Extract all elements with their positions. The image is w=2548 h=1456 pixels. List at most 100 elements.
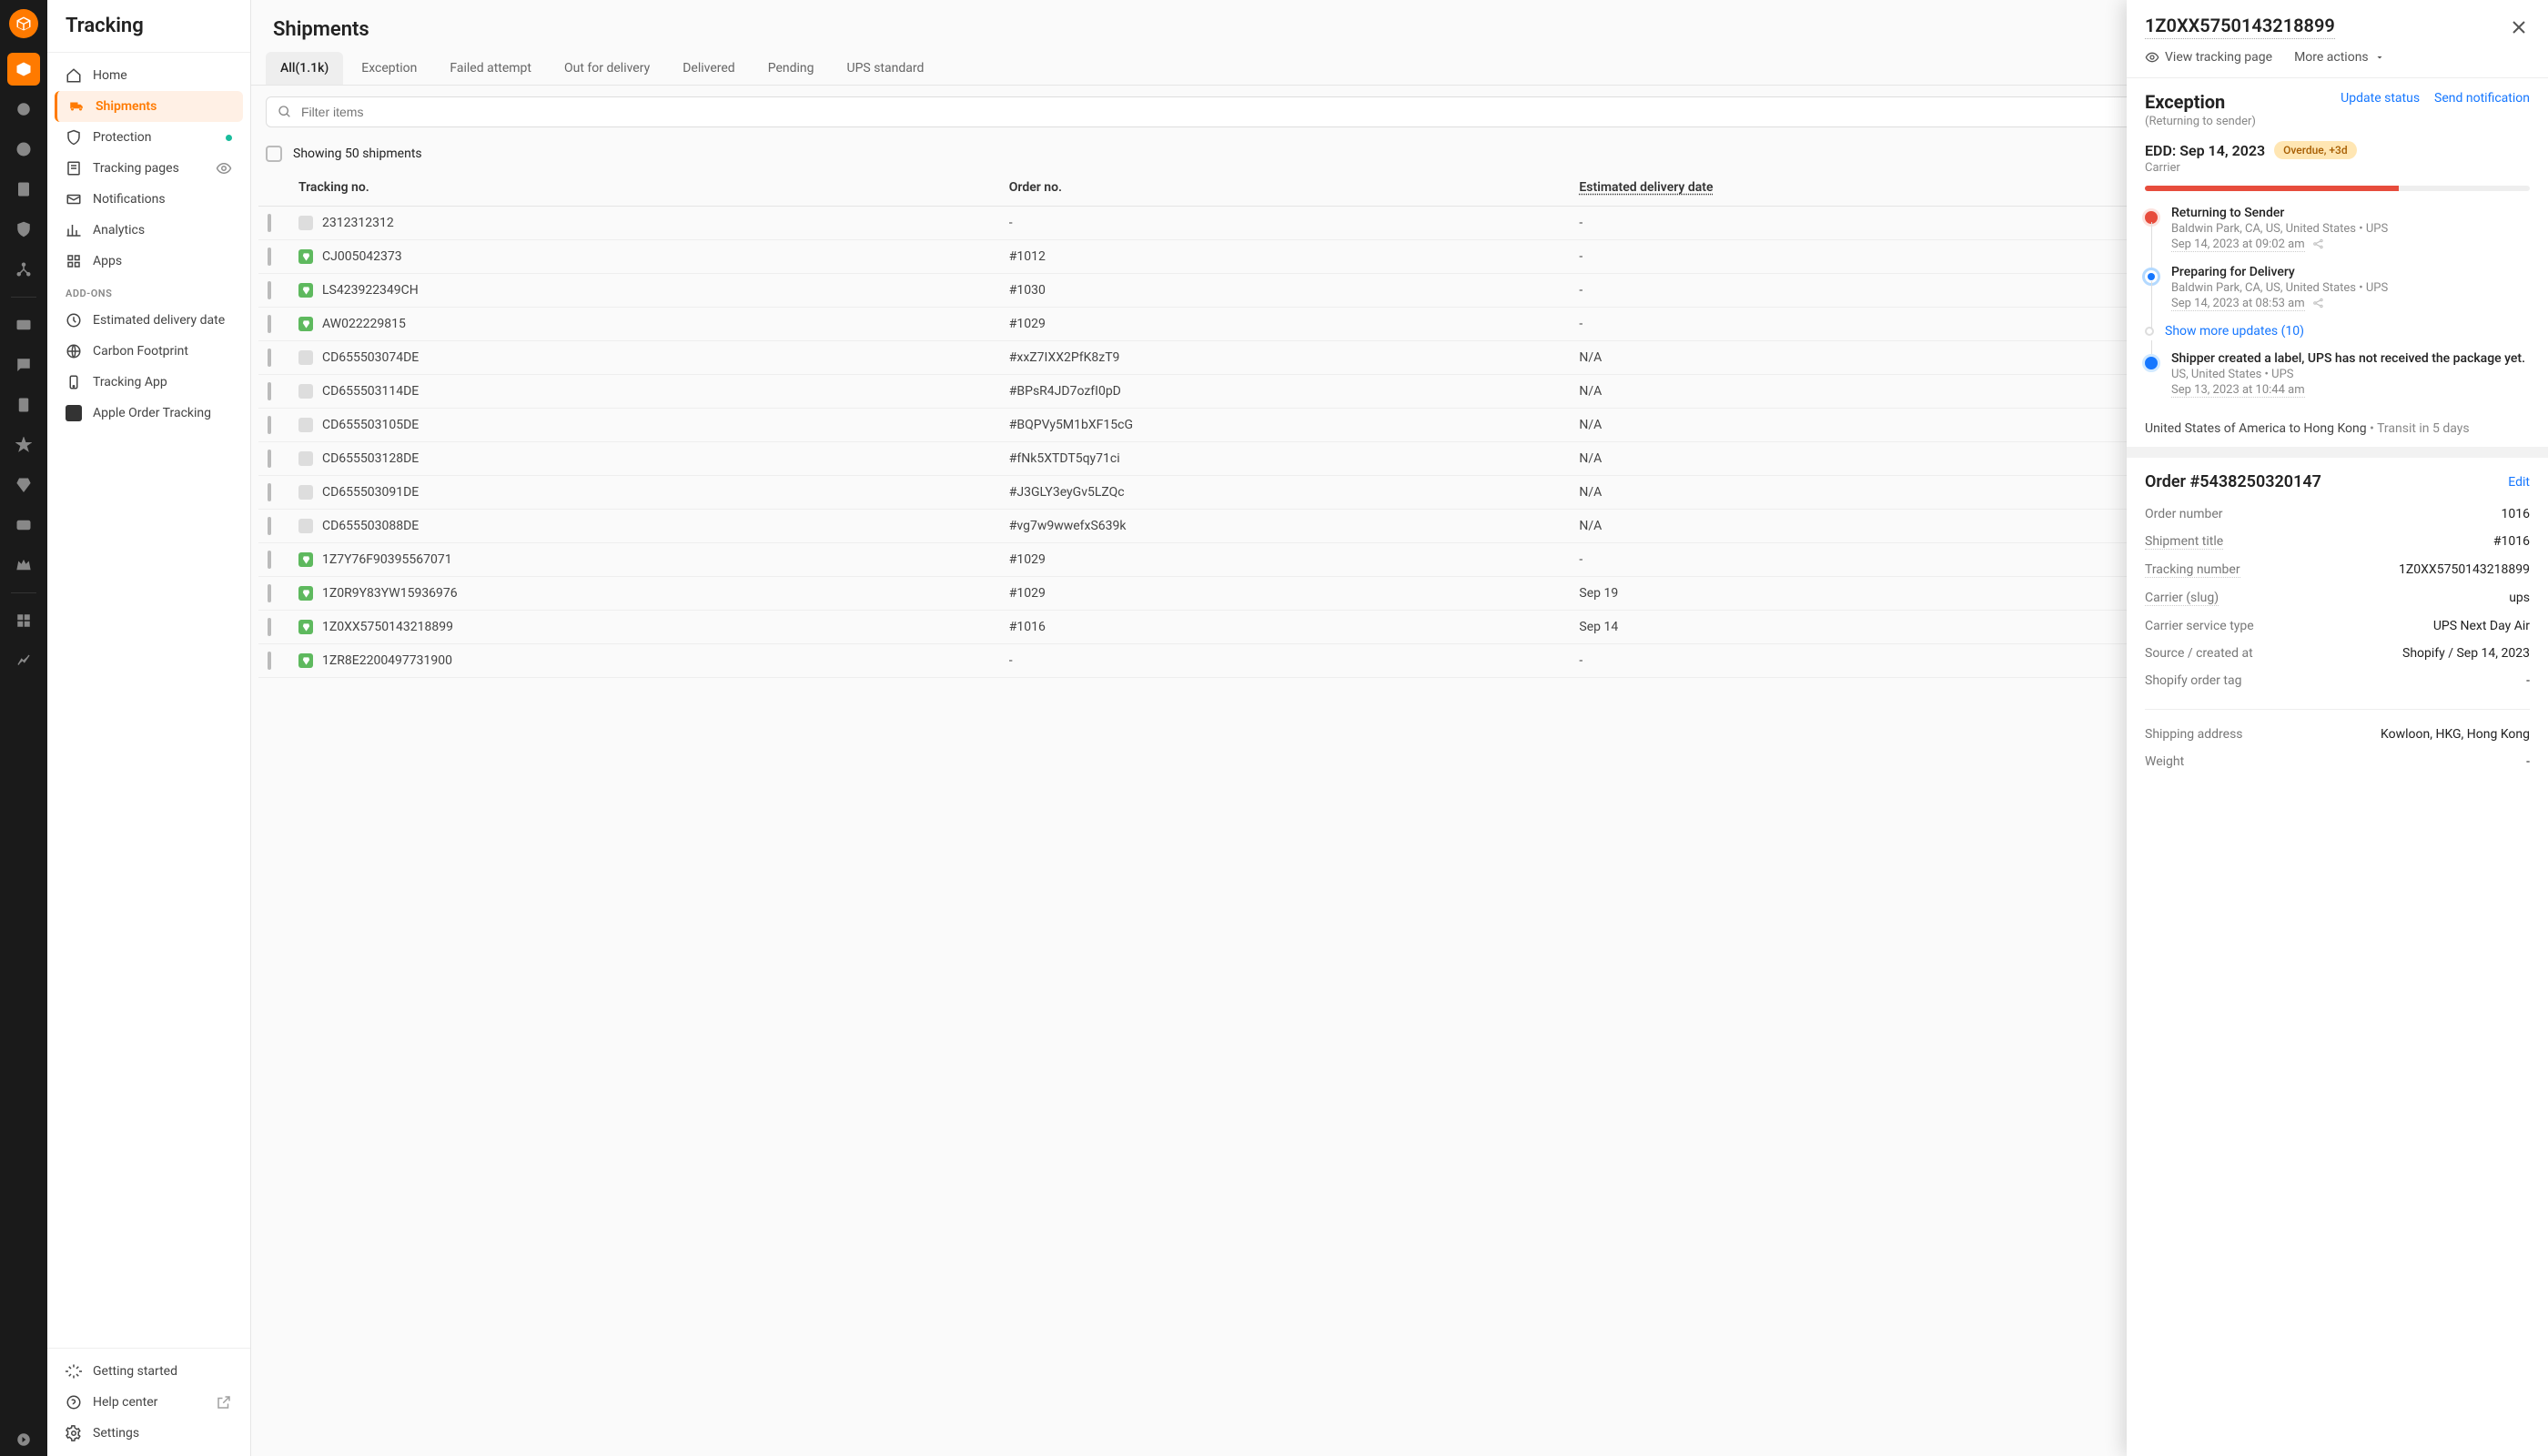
tab-0[interactable]: All(1.1k) [266,52,343,85]
sidebar-item-tracking-pages[interactable]: Tracking pages [55,153,243,184]
chevron-down-icon [2374,52,2385,63]
kv-key: Source / created at [2145,646,2253,661]
tab-4[interactable]: Delivered [668,52,749,85]
kv-row: Shipment title#1016 [2145,528,2530,556]
sidebar-item-analytics[interactable]: Analytics [55,215,243,246]
row-checkbox[interactable] [268,551,271,569]
sidebar-item-getting-started[interactable]: Getting started [55,1356,243,1387]
rail-apps-icon[interactable] [7,604,40,637]
select-all-checkbox[interactable] [266,146,282,162]
sidebar-item-notifications[interactable]: Notifications [55,184,243,215]
share-icon[interactable] [2312,297,2325,309]
rail-mail-icon[interactable] [7,308,40,341]
kv-row: Tracking number1Z0XX5750143218899 [2145,556,2530,584]
shield-icon [66,129,82,146]
timeline-item[interactable]: Show more updates (10) [2145,324,2530,351]
tracking-no: CD655503114DE [322,384,419,399]
col-order[interactable]: Order no. [1000,169,1571,207]
rail-crown-icon[interactable] [7,549,40,581]
brand-logo[interactable] [9,9,38,38]
col-tracking[interactable]: Tracking no. [289,169,1000,207]
row-checkbox[interactable] [268,214,271,232]
row-checkbox[interactable] [268,382,271,400]
row-checkbox[interactable] [268,349,271,367]
col-edd[interactable]: Estimated delivery date [1570,169,2179,207]
sidebar-item-shipments[interactable]: Shipments [55,91,243,122]
rail-gem-icon[interactable] [7,469,40,501]
sidebar-item-apps[interactable]: Apps [55,246,243,277]
shopify-icon [298,653,313,668]
edd-cell: - [1570,240,2179,274]
row-checkbox[interactable] [268,584,271,602]
sparkle-icon [66,1363,82,1380]
more-actions-dropdown[interactable]: More actions [2294,50,2385,65]
sidebar-item-label: Protection [93,130,151,145]
tab-6[interactable]: UPS standard [833,52,939,85]
sidebar-item-tracking-app[interactable]: Tracking App [55,367,243,398]
sidebar-item-carbon[interactable]: Carbon Footprint [55,336,243,367]
kv-value: ups [2509,591,2530,606]
row-checkbox[interactable] [268,517,271,535]
tab-5[interactable]: Pending [753,52,829,85]
timeline-meta: Baldwin Park, CA, US, United States • UP… [2171,281,2530,295]
tab-3[interactable]: Out for delivery [550,52,664,85]
edd-cell: N/A [1570,510,2179,543]
sidebar-item-label: Tracking App [93,375,167,389]
rail-clock-icon[interactable] [7,133,40,166]
status-dot [226,135,232,141]
tab-2[interactable]: Failed attempt [435,52,546,85]
rail-analytics-icon[interactable] [7,644,40,677]
rail-send-icon[interactable] [7,1423,40,1456]
rail-targets-icon[interactable] [7,93,40,126]
order-no: #fNk5XTDT5qy71ci [1000,442,1571,476]
edd-cell: - [1570,543,2179,577]
rail-tracking-icon[interactable] [7,53,40,86]
edd-cell: N/A [1570,442,2179,476]
detail-tracking-number: 1Z0XX5750143218899 [2145,15,2335,39]
row-checkbox[interactable] [268,483,271,501]
sidebar-item-apple-tracking[interactable]: Apple Order Tracking [55,398,243,429]
sidebar-footer: Getting started Help center Settings [47,1348,250,1456]
view-tracking-page-link[interactable]: View tracking page [2145,50,2272,65]
tracking-no: 1Z0XX5750143218899 [322,620,453,634]
show-more-updates[interactable]: Show more updates (10) [2165,324,2530,339]
rail-chat-icon[interactable] [7,349,40,381]
row-checkbox[interactable] [268,652,271,670]
tab-1[interactable]: Exception [347,52,431,85]
rail-integrations-icon[interactable] [7,253,40,286]
order-no: #1016 [1000,611,1571,644]
row-checkbox[interactable] [268,416,271,434]
kv-key: Weight [2145,754,2184,769]
eye-icon[interactable] [216,160,232,177]
sidebar-item-home[interactable]: Home [55,60,243,91]
rail-doc-icon[interactable] [7,389,40,421]
update-status-link[interactable]: Update status [2341,91,2420,106]
globe-icon [66,343,82,359]
order-no: #BQPVy5M1bXF15cG [1000,409,1571,442]
timeline-date: Sep 13, 2023 at 10:44 am [2171,383,2305,398]
rail-star-icon[interactable] [7,429,40,461]
rail-card-icon[interactable] [7,509,40,541]
chart-icon [66,222,82,238]
sidebar-item-help[interactable]: Help center [55,1387,243,1418]
edd-cell: Sep 14 [1570,611,2179,644]
row-checkbox[interactable] [268,315,271,333]
row-checkbox[interactable] [268,450,271,468]
sidebar-item-protection[interactable]: Protection [55,122,243,153]
source-icon [298,384,313,399]
order-no: #1012 [1000,240,1571,274]
rail-receipt-icon[interactable] [7,173,40,206]
sidebar-item-settings[interactable]: Settings [55,1418,243,1449]
row-checkbox[interactable] [268,618,271,636]
send-notification-link[interactable]: Send notification [2434,91,2530,106]
order-edit-link[interactable]: Edit [2508,475,2530,490]
row-checkbox[interactable] [268,248,271,266]
close-icon[interactable] [2508,16,2530,38]
row-checkbox[interactable] [268,281,271,299]
kv-row: Order number1016 [2145,500,2530,528]
kv-row: Carrier service typeUPS Next Day Air [2145,612,2530,640]
rail-shield-icon[interactable] [7,213,40,246]
status-title: Exception [2145,91,2256,113]
sidebar-item-edd[interactable]: Estimated delivery date [55,305,243,336]
share-icon[interactable] [2312,238,2325,250]
